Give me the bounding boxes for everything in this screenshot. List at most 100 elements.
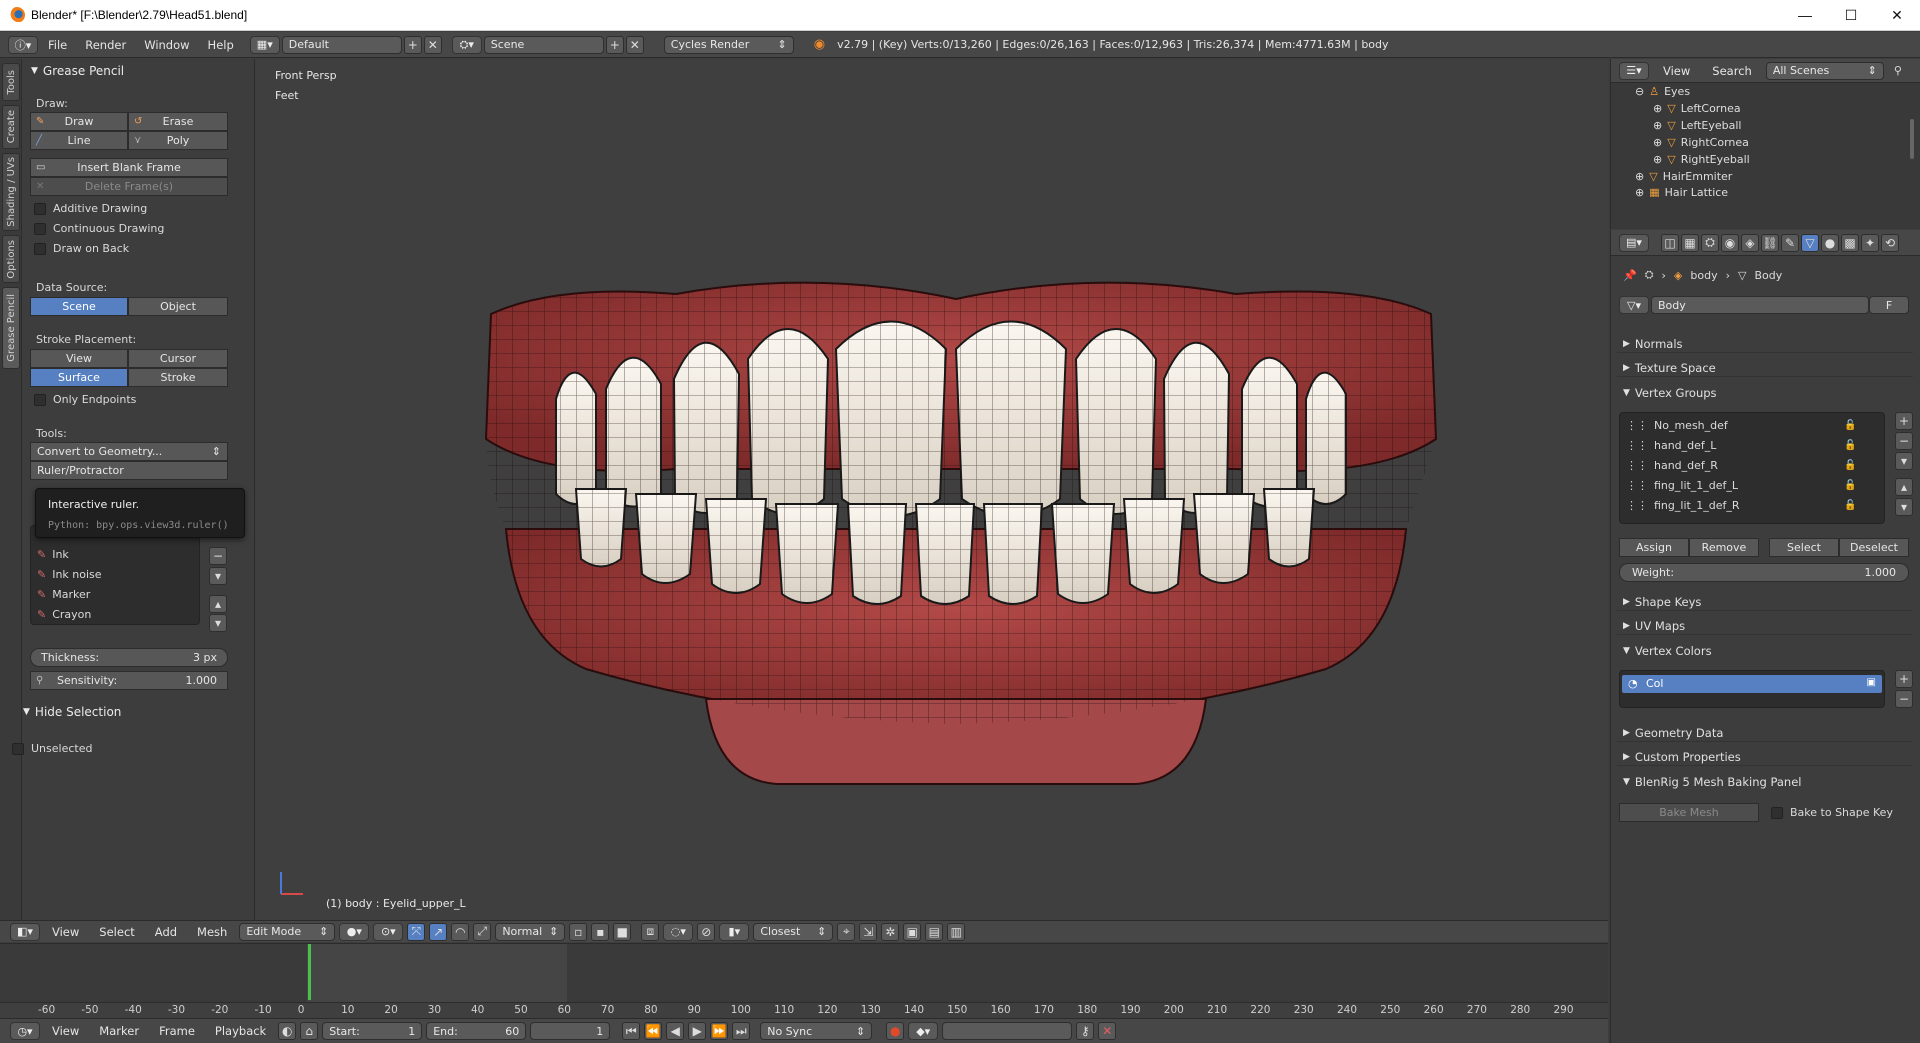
section-geometry-data[interactable]: ▶ Geometry Data xyxy=(1623,726,1723,740)
continuous-drawing-checkbox[interactable]: Continuous Drawing xyxy=(34,222,164,235)
particles-tab-icon[interactable]: ✦ xyxy=(1861,233,1879,252)
scene-icon[interactable]: ⛭▾ xyxy=(451,35,482,54)
select-button[interactable]: Select xyxy=(1769,538,1839,557)
editor-type-outliner-icon[interactable]: ☰▾ xyxy=(1619,61,1649,80)
move-up-icon[interactable]: ▴ xyxy=(1895,478,1913,496)
constraints-tab-icon[interactable]: ⛓ xyxy=(1761,233,1779,252)
section-vertex-colors[interactable]: ▼ Vertex Colors xyxy=(1623,644,1712,658)
play-icon[interactable]: ▶ xyxy=(688,1022,707,1040)
scale-icon[interactable]: ⤢ xyxy=(473,922,492,941)
menu-help[interactable]: Help xyxy=(200,38,242,52)
outliner-scrollbar[interactable] xyxy=(1910,119,1914,159)
add-screen-icon[interactable]: + xyxy=(403,35,422,54)
menu-view[interactable]: View xyxy=(44,925,87,939)
screen-layout-field[interactable]: Default xyxy=(281,35,402,54)
search-icon[interactable]: ⚲ xyxy=(1894,64,1902,77)
rotate-icon[interactable]: ◠ xyxy=(451,922,470,941)
move-down-icon[interactable]: ▾ xyxy=(1895,498,1913,516)
menu-timeline-view[interactable]: View xyxy=(44,1024,87,1038)
tab-shading-uvs[interactable]: Shading / UVs xyxy=(2,153,20,231)
orientation-select[interactable]: Normal ⇕ xyxy=(495,922,566,941)
placement-cursor-button[interactable]: Cursor xyxy=(128,349,228,368)
add-scene-icon[interactable]: + xyxy=(605,35,624,54)
editor-type-info-icon[interactable]: ⓘ▾ xyxy=(8,35,38,54)
snap-target-select[interactable]: Closest ⇕ xyxy=(753,922,834,941)
proportional-edit-icon[interactable]: ◌▾ xyxy=(663,922,694,941)
start-frame-field[interactable]: Start: 1 xyxy=(322,1022,423,1040)
data-source-scene-button[interactable]: Scene xyxy=(30,297,128,316)
current-frame-field[interactable]: 1 xyxy=(530,1022,611,1040)
lock-icon[interactable]: 🔓 xyxy=(1844,500,1856,511)
outliner-row-hair-lattice[interactable]: ⊕ ▦ Hair Lattice xyxy=(1635,187,1728,197)
jump-end-icon[interactable]: ⏭ xyxy=(732,1022,751,1040)
menu-render[interactable]: Render xyxy=(77,38,134,52)
move-up-icon[interactable]: ▴ xyxy=(209,595,227,613)
record-icon[interactable]: ● xyxy=(886,1022,905,1040)
sync-mode-select[interactable]: No Sync ⇕ xyxy=(760,1022,873,1040)
editor-type-properties-icon[interactable]: ▤▾ xyxy=(1619,233,1649,252)
minimize-button[interactable]: — xyxy=(1782,0,1828,31)
lock-icon[interactable]: 🔓 xyxy=(1844,460,1856,471)
face-select-icon[interactable]: ■ xyxy=(613,922,632,941)
physics-tab-icon[interactable]: ⟲ xyxy=(1881,233,1899,252)
delete-frames-button[interactable]: ✕ Delete Frame(s) xyxy=(30,177,228,196)
remove-button[interactable]: Remove xyxy=(1689,538,1759,557)
convert-to-geometry-select[interactable]: Convert to Geometry... ⇕ xyxy=(30,442,228,461)
world-tab-icon[interactable]: ◉ xyxy=(1721,233,1739,252)
list-item[interactable]: ◔ Col ▣ xyxy=(1622,675,1882,693)
manipulator-icon[interactable]: ⤧ xyxy=(407,922,426,941)
section-blenrig-baking[interactable]: ▼ BlenRig 5 Mesh Baking Panel xyxy=(1623,775,1801,789)
data-source-object-button[interactable]: Object xyxy=(128,297,228,316)
jump-keyframe-back-icon[interactable]: ⏪ xyxy=(644,1022,663,1040)
menu-window[interactable]: Window xyxy=(136,38,197,52)
lock-icon[interactable]: ⌂ xyxy=(300,1022,319,1040)
scene-tab-icon[interactable]: ⛭ xyxy=(1701,233,1719,252)
outliner-row-eyes[interactable]: ⊖ ♙ Eyes xyxy=(1635,85,1690,98)
delete-screen-icon[interactable]: ✕ xyxy=(423,35,442,54)
list-item[interactable]: ⋮⋮ No_mesh_def 🔓 xyxy=(1626,419,1856,432)
viewport-shading-icon[interactable]: ●▾ xyxy=(339,922,370,941)
render-engine-select[interactable]: Cycles Render ⇕ xyxy=(663,35,794,54)
texture-tab-icon[interactable]: ▩ xyxy=(1841,233,1859,252)
add-vertex-color-icon[interactable]: + xyxy=(1895,670,1913,688)
outliner-row-lefteyeball[interactable]: ⊕ ▽ LeftEyeball xyxy=(1653,119,1741,132)
snap-icon[interactable]: ⊘ xyxy=(697,922,716,941)
insert-keyframe-icon[interactable]: ⚷ xyxy=(1076,1022,1095,1040)
assign-button[interactable]: Assign xyxy=(1619,538,1689,557)
opengl-anim-icon[interactable]: ▥ xyxy=(947,922,966,941)
jump-keyframe-forward-icon[interactable]: ⏩ xyxy=(710,1022,729,1040)
modifiers-tab-icon[interactable]: ✎ xyxy=(1781,233,1799,252)
menu-outliner-view[interactable]: View xyxy=(1655,64,1698,78)
vertex-group-list[interactable]: ⋮⋮ No_mesh_def 🔓 ⋮⋮ hand_def_L 🔓 ⋮⋮ hand_def_… xyxy=(1619,412,1885,524)
menu-file[interactable]: File xyxy=(40,38,75,52)
vertex-color-list[interactable]: ◔ Col ▣ xyxy=(1619,670,1885,708)
fake-user-button[interactable]: F xyxy=(1869,296,1909,314)
menu-add[interactable]: Add xyxy=(147,925,185,939)
placement-surface-button[interactable]: Surface xyxy=(30,368,128,387)
grease-pencil-panel-header[interactable]: ▼ Grease Pencil xyxy=(23,61,124,81)
section-normals[interactable]: ▶ Normals xyxy=(1623,337,1683,351)
list-item[interactable]: ⋮⋮ fing_lit_1_def_R 🔓 xyxy=(1626,499,1856,512)
insert-blank-frame-button[interactable]: ▭ Insert Blank Frame xyxy=(30,158,228,177)
layers-tab-icon[interactable]: ▦ xyxy=(1681,233,1699,252)
placement-view-button[interactable]: View xyxy=(30,349,128,368)
screen-layout-icon[interactable]: ▦▾ xyxy=(249,35,280,54)
translate-icon[interactable]: ↗ xyxy=(429,922,448,941)
erase-button[interactable]: ↺ Erase xyxy=(128,112,228,131)
editor-type-3dview-icon[interactable]: ◧▾ xyxy=(10,922,40,941)
poly-button[interactable]: ⋎ Poly xyxy=(128,131,228,150)
outliner-row-righteyeball[interactable]: ⊕ ▽ RightEyeball xyxy=(1653,153,1750,166)
menu-outliner-search[interactable]: Search xyxy=(1704,64,1760,78)
unselected-checkbox[interactable]: Unselected xyxy=(12,742,92,755)
keying-set-field[interactable] xyxy=(942,1022,1073,1040)
outliner-row-leftcornea[interactable]: ⊕ ▽ LeftCornea xyxy=(1653,102,1741,115)
brush-list[interactable]: ✎Pencil ✎Ink ✎Ink noise ✎Marker ✎Crayon xyxy=(30,525,200,625)
mesh-browse-icon[interactable]: ▽▾ xyxy=(1619,296,1649,314)
bake-to-shape-key-checkbox[interactable]: Bake to Shape Key xyxy=(1771,806,1893,819)
mesh-name-field[interactable]: Body xyxy=(1651,296,1869,314)
editor-type-timeline-icon[interactable]: ◷▾ xyxy=(10,1022,40,1040)
section-vertex-groups[interactable]: ▼ Vertex Groups xyxy=(1623,386,1717,400)
section-uv-maps[interactable]: ▶ UV Maps xyxy=(1623,619,1685,633)
thickness-field[interactable]: Thickness: 3 px xyxy=(30,648,228,667)
section-shape-keys[interactable]: ▶ Shape Keys xyxy=(1623,595,1701,609)
